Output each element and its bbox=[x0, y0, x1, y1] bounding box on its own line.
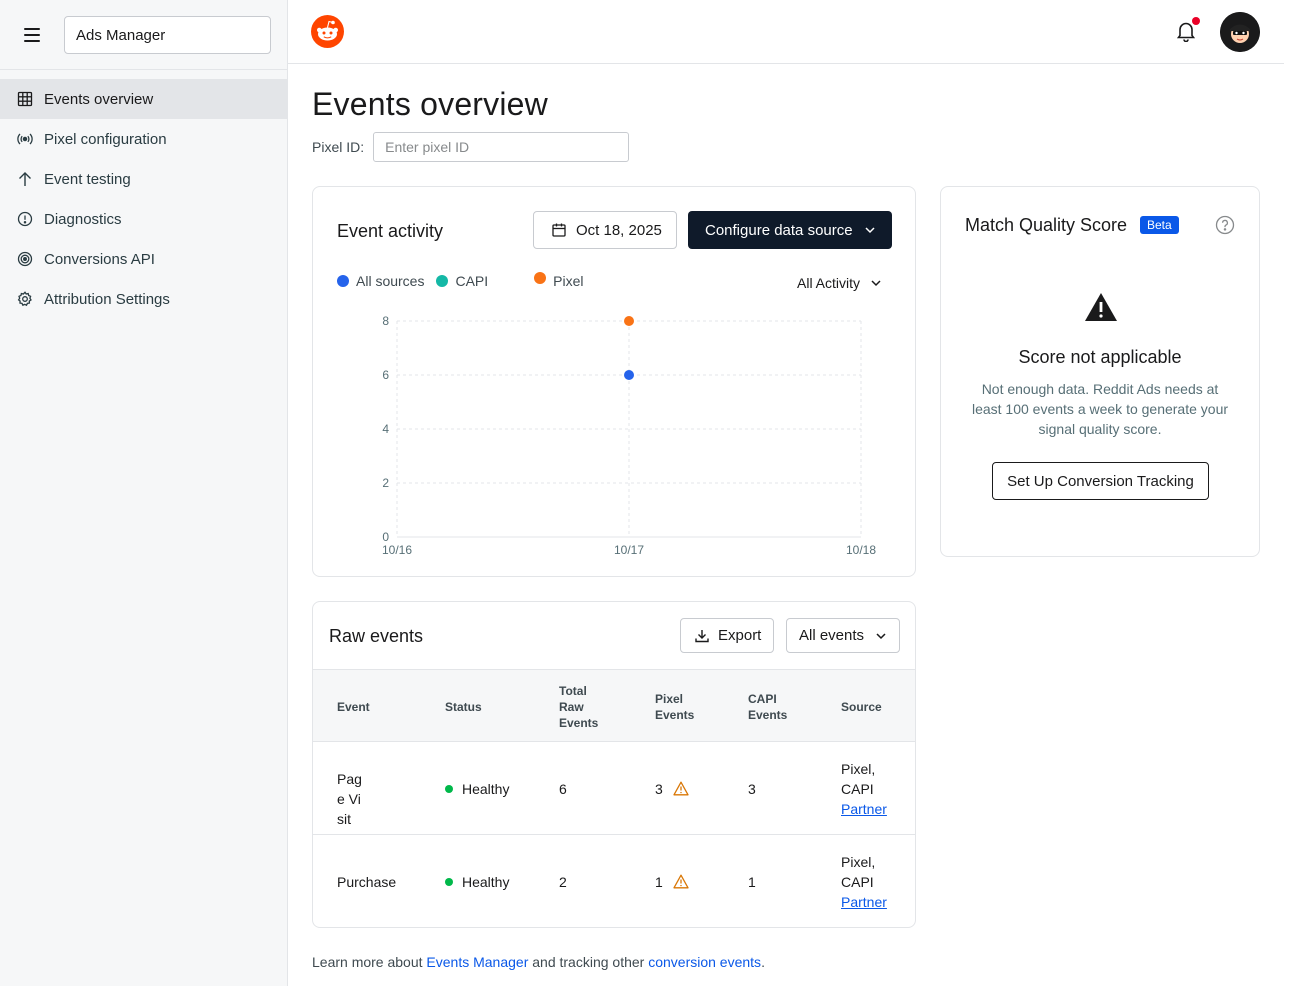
notification-badge bbox=[1192, 17, 1200, 25]
table-row[interactable]: Page Visit Healthy 6 3 3 Pixel, CAPI Par… bbox=[313, 742, 915, 835]
x-tick-label: 10/18 bbox=[846, 543, 876, 557]
app-switcher[interactable]: Ads Manager bbox=[64, 16, 271, 54]
raw-events-card: Raw events Export All events Event Statu… bbox=[312, 601, 916, 928]
y-tick-label: 0 bbox=[382, 530, 389, 544]
pixel-events-cell: 1 bbox=[655, 872, 689, 892]
sidebar: Ads Manager Events overview Pixel config… bbox=[0, 0, 288, 986]
column-header-total: Total Raw Events bbox=[559, 684, 599, 730]
target-icon bbox=[16, 250, 34, 268]
source-cell: Pixel, CAPI Partner bbox=[841, 759, 897, 819]
alert-circle-icon bbox=[16, 210, 34, 228]
footer-prefix: Learn more about bbox=[312, 954, 427, 970]
y-tick-label: 6 bbox=[382, 368, 389, 382]
footer-middle: and tracking other bbox=[528, 954, 649, 970]
pixel-events-cell: 3 bbox=[655, 779, 689, 799]
gear-icon bbox=[16, 290, 34, 308]
x-tick-label: 10/16 bbox=[382, 543, 412, 557]
event-activity-chart: 0 2 4 6 8 10/16 10/17 10/18 bbox=[382, 314, 876, 557]
capi-events: 1 bbox=[748, 874, 756, 890]
page-title: Events overview bbox=[312, 86, 548, 122]
pixel-id-input[interactable] bbox=[373, 132, 630, 162]
source-text: Pixel, CAPI bbox=[841, 761, 876, 797]
raw-events-title: Raw events bbox=[329, 626, 424, 646]
sidebar-item-pixel-configuration[interactable]: Pixel configuration bbox=[0, 119, 287, 159]
sidebar-item-label: Event testing bbox=[44, 170, 131, 188]
data-point bbox=[624, 316, 634, 326]
total-events: 6 bbox=[559, 781, 567, 797]
events-filter-dropdown[interactable]: All events bbox=[786, 618, 900, 653]
source-text: Pixel, CAPI bbox=[841, 854, 876, 890]
sidebar-item-diagnostics[interactable]: Diagnostics bbox=[0, 199, 287, 239]
column-header-capi: CAPI Events bbox=[748, 692, 788, 722]
event-name: Page Visit bbox=[337, 771, 362, 827]
mqs-heading: Score not applicable bbox=[1018, 347, 1182, 367]
warning-icon bbox=[1083, 291, 1119, 323]
total-events: 2 bbox=[559, 874, 567, 890]
beta-badge: Beta bbox=[1140, 216, 1179, 234]
sidebar-item-label: Diagnostics bbox=[44, 210, 122, 228]
partner-link[interactable]: Partner bbox=[841, 801, 887, 817]
x-tick-label: 10/17 bbox=[614, 543, 644, 557]
sidebar-item-label: Attribution Settings bbox=[44, 290, 170, 308]
setup-conversion-tracking-button[interactable]: Set Up Conversion Tracking bbox=[992, 462, 1209, 500]
pixel-events: 3 bbox=[655, 781, 663, 797]
y-tick-label: 8 bbox=[382, 314, 389, 328]
mqs-description: Not enough data. Reddit Ads needs at lea… bbox=[971, 381, 1229, 437]
table-header: Event Status Total Raw Events Pixel Even… bbox=[313, 669, 915, 742]
footer-text: Learn more about Events Manager and trac… bbox=[312, 954, 765, 970]
pixel-events: 1 bbox=[655, 874, 663, 890]
status-label: Healthy bbox=[462, 874, 510, 890]
event-activity-card: Event activity Oct 18, 2025 Configure da… bbox=[312, 186, 916, 577]
column-header-pixel: Pixel Events bbox=[655, 692, 695, 722]
top-bar bbox=[288, 0, 1284, 64]
sidebar-item-events-overview[interactable]: Events overview bbox=[0, 79, 287, 119]
pixel-id-row: Pixel ID: bbox=[312, 132, 630, 162]
capi-events: 3 bbox=[748, 781, 756, 797]
y-tick-label: 2 bbox=[382, 476, 389, 490]
column-header-event: Event bbox=[337, 700, 370, 714]
column-header-status: Status bbox=[445, 700, 482, 714]
events-filter-label: All events bbox=[799, 627, 865, 644]
status-cell: Healthy bbox=[445, 779, 509, 799]
sidebar-header: Ads Manager bbox=[0, 0, 287, 70]
export-button[interactable]: Export bbox=[680, 618, 774, 653]
menu-icon[interactable] bbox=[24, 25, 44, 45]
warning-icon[interactable] bbox=[673, 874, 689, 889]
reddit-logo-icon[interactable] bbox=[311, 15, 344, 48]
sidebar-item-event-testing[interactable]: Event testing bbox=[0, 159, 287, 199]
export-label: Export bbox=[718, 627, 762, 644]
table-row[interactable]: Purchase Healthy 2 1 1 Pixel, CAPI Partn… bbox=[313, 835, 915, 927]
event-name: Purchase bbox=[337, 874, 397, 890]
help-icon[interactable] bbox=[1215, 215, 1235, 235]
status-dot bbox=[445, 785, 453, 794]
download-icon bbox=[695, 629, 709, 642]
sidebar-item-label: Events overview bbox=[44, 90, 154, 108]
broadcast-icon bbox=[16, 130, 34, 148]
chevron-down-icon bbox=[876, 632, 886, 639]
conversion-events-link[interactable]: conversion events bbox=[648, 954, 761, 970]
events-manager-link[interactable]: Events Manager bbox=[426, 954, 528, 970]
warning-icon[interactable] bbox=[673, 781, 689, 796]
source-cell: Pixel, CAPI Partner bbox=[841, 852, 897, 912]
y-tick-label: 4 bbox=[382, 422, 389, 436]
sidebar-item-attribution-settings[interactable]: Attribution Settings bbox=[0, 279, 287, 319]
grid-icon bbox=[16, 90, 34, 108]
data-point bbox=[624, 370, 634, 380]
sidebar-nav: Events overview Pixel configuration Even… bbox=[0, 79, 287, 319]
mqs-title: Match Quality Score bbox=[965, 215, 1128, 235]
column-header-source: Source bbox=[841, 700, 882, 714]
sidebar-item-label: Pixel configuration bbox=[44, 130, 167, 148]
status-cell: Healthy bbox=[445, 872, 509, 892]
sidebar-item-label: Conversions API bbox=[44, 250, 155, 268]
status-label: Healthy bbox=[462, 781, 510, 797]
footer-suffix: . bbox=[761, 954, 765, 970]
match-quality-card: Match Quality Score Beta Score not appli… bbox=[940, 186, 1260, 557]
user-avatar[interactable] bbox=[1220, 12, 1260, 52]
status-dot bbox=[445, 878, 453, 887]
pixel-id-label: Pixel ID: bbox=[312, 139, 365, 155]
sidebar-item-conversions-api[interactable]: Conversions API bbox=[0, 239, 287, 279]
partner-link[interactable]: Partner bbox=[841, 894, 887, 910]
arrow-up-icon bbox=[16, 170, 34, 188]
